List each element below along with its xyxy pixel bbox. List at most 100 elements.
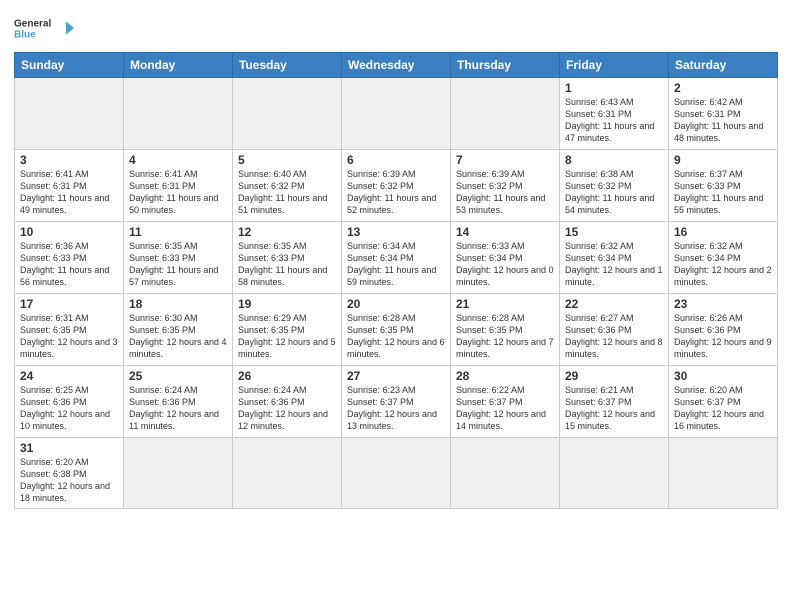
day-number: 7 [456, 153, 554, 167]
day-number: 5 [238, 153, 336, 167]
day-info: Sunrise: 6:31 AM Sunset: 6:35 PM Dayligh… [20, 312, 118, 361]
calendar-cell: 23Sunrise: 6:26 AM Sunset: 6:36 PM Dayli… [669, 294, 778, 366]
day-info: Sunrise: 6:20 AM Sunset: 6:37 PM Dayligh… [674, 384, 772, 433]
day-number: 1 [565, 81, 663, 95]
day-number: 24 [20, 369, 118, 383]
calendar-cell: 8Sunrise: 6:38 AM Sunset: 6:32 PM Daylig… [560, 150, 669, 222]
calendar-cell: 11Sunrise: 6:35 AM Sunset: 6:33 PM Dayli… [124, 222, 233, 294]
day-info: Sunrise: 6:34 AM Sunset: 6:34 PM Dayligh… [347, 240, 445, 289]
day-number: 21 [456, 297, 554, 311]
weekday-header-row: SundayMondayTuesdayWednesdayThursdayFrid… [15, 53, 778, 78]
day-info: Sunrise: 6:28 AM Sunset: 6:35 PM Dayligh… [456, 312, 554, 361]
calendar-cell: 27Sunrise: 6:23 AM Sunset: 6:37 PM Dayli… [342, 366, 451, 438]
calendar-cell [342, 438, 451, 509]
day-info: Sunrise: 6:24 AM Sunset: 6:36 PM Dayligh… [129, 384, 227, 433]
day-info: Sunrise: 6:38 AM Sunset: 6:32 PM Dayligh… [565, 168, 663, 217]
day-number: 27 [347, 369, 445, 383]
calendar-cell: 19Sunrise: 6:29 AM Sunset: 6:35 PM Dayli… [233, 294, 342, 366]
day-number: 11 [129, 225, 227, 239]
day-info: Sunrise: 6:21 AM Sunset: 6:37 PM Dayligh… [565, 384, 663, 433]
day-info: Sunrise: 6:22 AM Sunset: 6:37 PM Dayligh… [456, 384, 554, 433]
calendar-cell [15, 78, 124, 150]
day-info: Sunrise: 6:33 AM Sunset: 6:34 PM Dayligh… [456, 240, 554, 289]
day-number: 31 [20, 441, 118, 455]
day-number: 12 [238, 225, 336, 239]
day-number: 10 [20, 225, 118, 239]
day-number: 16 [674, 225, 772, 239]
calendar-cell: 5Sunrise: 6:40 AM Sunset: 6:32 PM Daylig… [233, 150, 342, 222]
calendar-cell [124, 438, 233, 509]
calendar-cell [560, 438, 669, 509]
day-number: 23 [674, 297, 772, 311]
calendar-cell: 24Sunrise: 6:25 AM Sunset: 6:36 PM Dayli… [15, 366, 124, 438]
day-info: Sunrise: 6:35 AM Sunset: 6:33 PM Dayligh… [238, 240, 336, 289]
calendar-cell [124, 78, 233, 150]
calendar-cell: 9Sunrise: 6:37 AM Sunset: 6:33 PM Daylig… [669, 150, 778, 222]
day-number: 28 [456, 369, 554, 383]
weekday-header-tuesday: Tuesday [233, 53, 342, 78]
day-info: Sunrise: 6:26 AM Sunset: 6:36 PM Dayligh… [674, 312, 772, 361]
day-info: Sunrise: 6:29 AM Sunset: 6:35 PM Dayligh… [238, 312, 336, 361]
day-info: Sunrise: 6:27 AM Sunset: 6:36 PM Dayligh… [565, 312, 663, 361]
calendar-cell: 29Sunrise: 6:21 AM Sunset: 6:37 PM Dayli… [560, 366, 669, 438]
week-row-0: 1Sunrise: 6:43 AM Sunset: 6:31 PM Daylig… [15, 78, 778, 150]
day-number: 22 [565, 297, 663, 311]
calendar-cell: 17Sunrise: 6:31 AM Sunset: 6:35 PM Dayli… [15, 294, 124, 366]
day-number: 14 [456, 225, 554, 239]
calendar-cell [451, 78, 560, 150]
day-info: Sunrise: 6:39 AM Sunset: 6:32 PM Dayligh… [347, 168, 445, 217]
calendar-cell: 7Sunrise: 6:39 AM Sunset: 6:32 PM Daylig… [451, 150, 560, 222]
calendar-cell: 3Sunrise: 6:41 AM Sunset: 6:31 PM Daylig… [15, 150, 124, 222]
week-row-2: 10Sunrise: 6:36 AM Sunset: 6:33 PM Dayli… [15, 222, 778, 294]
logo-svg: General Blue [14, 10, 74, 46]
day-info: Sunrise: 6:41 AM Sunset: 6:31 PM Dayligh… [20, 168, 118, 217]
calendar-cell: 10Sunrise: 6:36 AM Sunset: 6:33 PM Dayli… [15, 222, 124, 294]
day-info: Sunrise: 6:25 AM Sunset: 6:36 PM Dayligh… [20, 384, 118, 433]
day-number: 4 [129, 153, 227, 167]
svg-text:Blue: Blue [14, 29, 36, 40]
week-row-1: 3Sunrise: 6:41 AM Sunset: 6:31 PM Daylig… [15, 150, 778, 222]
day-number: 13 [347, 225, 445, 239]
calendar-cell: 31Sunrise: 6:20 AM Sunset: 6:38 PM Dayli… [15, 438, 124, 509]
calendar-cell: 30Sunrise: 6:20 AM Sunset: 6:37 PM Dayli… [669, 366, 778, 438]
day-info: Sunrise: 6:37 AM Sunset: 6:33 PM Dayligh… [674, 168, 772, 217]
day-info: Sunrise: 6:23 AM Sunset: 6:37 PM Dayligh… [347, 384, 445, 433]
day-info: Sunrise: 6:30 AM Sunset: 6:35 PM Dayligh… [129, 312, 227, 361]
calendar-cell: 1Sunrise: 6:43 AM Sunset: 6:31 PM Daylig… [560, 78, 669, 150]
calendar-cell: 2Sunrise: 6:42 AM Sunset: 6:31 PM Daylig… [669, 78, 778, 150]
page: General Blue SundayMondayTuesdayWednesda… [0, 0, 792, 612]
weekday-header-friday: Friday [560, 53, 669, 78]
calendar-cell: 22Sunrise: 6:27 AM Sunset: 6:36 PM Dayli… [560, 294, 669, 366]
day-info: Sunrise: 6:39 AM Sunset: 6:32 PM Dayligh… [456, 168, 554, 217]
day-info: Sunrise: 6:32 AM Sunset: 6:34 PM Dayligh… [674, 240, 772, 289]
day-info: Sunrise: 6:40 AM Sunset: 6:32 PM Dayligh… [238, 168, 336, 217]
day-number: 26 [238, 369, 336, 383]
day-number: 9 [674, 153, 772, 167]
calendar-cell: 25Sunrise: 6:24 AM Sunset: 6:36 PM Dayli… [124, 366, 233, 438]
calendar-cell: 21Sunrise: 6:28 AM Sunset: 6:35 PM Dayli… [451, 294, 560, 366]
day-number: 20 [347, 297, 445, 311]
header: General Blue [14, 10, 778, 46]
calendar-cell: 16Sunrise: 6:32 AM Sunset: 6:34 PM Dayli… [669, 222, 778, 294]
day-info: Sunrise: 6:24 AM Sunset: 6:36 PM Dayligh… [238, 384, 336, 433]
day-info: Sunrise: 6:42 AM Sunset: 6:31 PM Dayligh… [674, 96, 772, 145]
calendar-cell [342, 78, 451, 150]
weekday-header-sunday: Sunday [15, 53, 124, 78]
calendar-cell: 13Sunrise: 6:34 AM Sunset: 6:34 PM Dayli… [342, 222, 451, 294]
day-number: 15 [565, 225, 663, 239]
week-row-4: 24Sunrise: 6:25 AM Sunset: 6:36 PM Dayli… [15, 366, 778, 438]
day-number: 29 [565, 369, 663, 383]
weekday-header-wednesday: Wednesday [342, 53, 451, 78]
week-row-5: 31Sunrise: 6:20 AM Sunset: 6:38 PM Dayli… [15, 438, 778, 509]
day-info: Sunrise: 6:32 AM Sunset: 6:34 PM Dayligh… [565, 240, 663, 289]
day-info: Sunrise: 6:20 AM Sunset: 6:38 PM Dayligh… [20, 456, 118, 505]
day-number: 8 [565, 153, 663, 167]
day-info: Sunrise: 6:41 AM Sunset: 6:31 PM Dayligh… [129, 168, 227, 217]
day-number: 2 [674, 81, 772, 95]
calendar-cell: 15Sunrise: 6:32 AM Sunset: 6:34 PM Dayli… [560, 222, 669, 294]
day-number: 3 [20, 153, 118, 167]
weekday-header-monday: Monday [124, 53, 233, 78]
day-info: Sunrise: 6:43 AM Sunset: 6:31 PM Dayligh… [565, 96, 663, 145]
day-number: 19 [238, 297, 336, 311]
day-info: Sunrise: 6:35 AM Sunset: 6:33 PM Dayligh… [129, 240, 227, 289]
